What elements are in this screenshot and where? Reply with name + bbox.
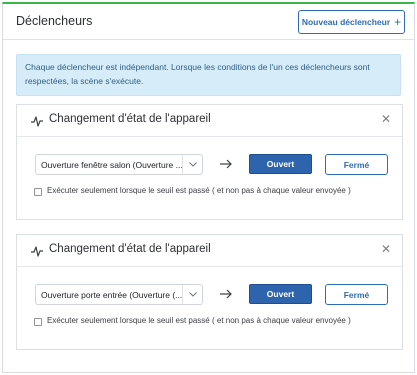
activity-pulse-icon: [31, 116, 43, 127]
state-open-button[interactable]: Ouvert: [249, 284, 312, 304]
panel-title: Déclencheurs: [16, 14, 93, 28]
state-closed-button[interactable]: Fermé: [325, 154, 388, 175]
arrow-right-icon: [220, 289, 232, 299]
trigger-title: Changement d'état de l'appareil: [49, 243, 211, 255]
trigger-card: Changement d'état de l'appareil ✕ Ouvert…: [16, 234, 403, 350]
threshold-checkbox[interactable]: [34, 188, 42, 196]
trigger-card: Changement d'état de l'appareil ✕ Ouvert…: [16, 104, 403, 220]
info-alert: Chaque déclencheur est indépendant. Lors…: [16, 54, 401, 96]
trigger-title: Changement d'état de l'appareil: [49, 113, 211, 125]
trigger-card-header: Changement d'état de l'appareil ✕: [17, 235, 402, 267]
state-open-button[interactable]: Ouvert: [249, 154, 312, 174]
device-select[interactable]: Ouverture fenêtre salon (Ouverture ...: [35, 154, 203, 175]
state-closed-button[interactable]: Fermé: [325, 284, 388, 305]
activity-pulse-icon: [31, 246, 43, 257]
panel-header: Déclencheurs Nouveau déclencheur +: [3, 4, 414, 40]
triggers-panel: Déclencheurs Nouveau déclencheur + Chaqu…: [2, 2, 415, 373]
threshold-label: Exécuter seulement lorsque le seuil est …: [47, 316, 351, 325]
info-text-line-2: respectées, la scène s'exécute.: [25, 76, 144, 86]
new-trigger-label: Nouveau déclencheur: [301, 17, 391, 27]
threshold-label: Exécuter seulement lorsque le seuil est …: [47, 186, 351, 195]
plus-icon: +: [394, 15, 402, 29]
info-text-line-1: Chaque déclencheur est indépendant. Lors…: [25, 62, 370, 72]
close-icon[interactable]: ✕: [381, 243, 391, 255]
new-trigger-button[interactable]: Nouveau déclencheur +: [298, 10, 405, 34]
device-select-value: Ouverture porte entrée (Ouverture (...: [41, 290, 183, 300]
threshold-checkbox[interactable]: [34, 318, 42, 326]
close-icon[interactable]: ✕: [381, 113, 391, 125]
chevron-down-icon[interactable]: [182, 155, 202, 174]
arrow-right-icon: [220, 159, 232, 169]
chevron-down-icon[interactable]: [182, 285, 202, 304]
trigger-card-header: Changement d'état de l'appareil ✕: [17, 105, 402, 137]
device-select[interactable]: Ouverture porte entrée (Ouverture (...: [35, 284, 203, 305]
device-select-value: Ouverture fenêtre salon (Ouverture ...: [41, 160, 183, 170]
